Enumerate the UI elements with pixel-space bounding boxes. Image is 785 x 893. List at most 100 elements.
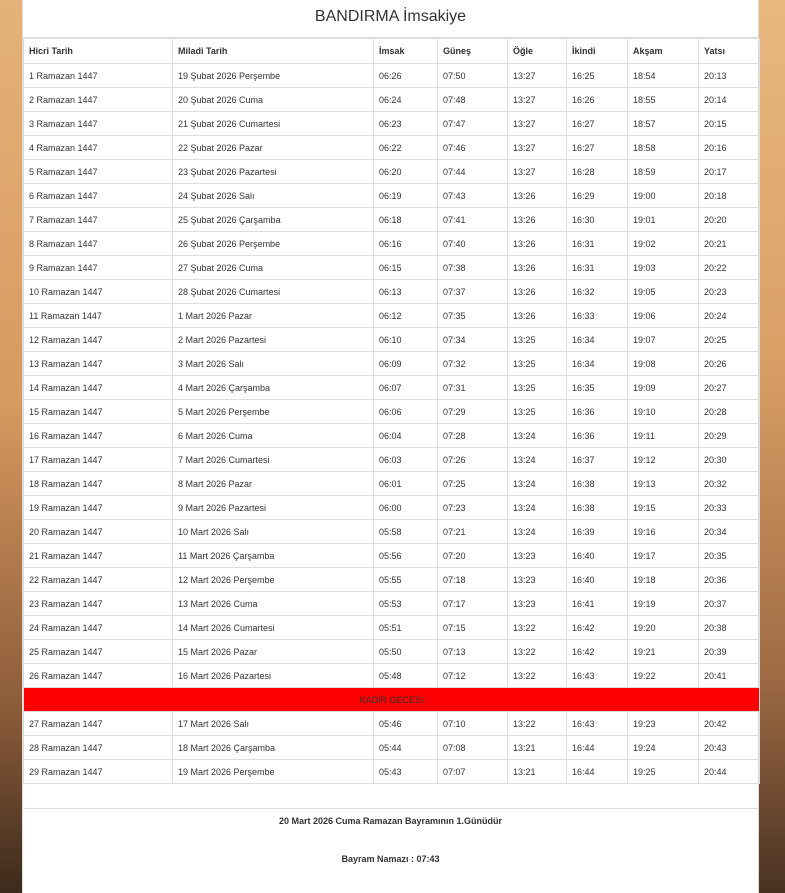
cell-aksam: 19:12	[627, 447, 699, 472]
spacer-row	[23, 784, 758, 809]
cell-ikindi: 16:36	[566, 423, 628, 448]
cell-ogle: 13:22	[507, 711, 567, 736]
cell-yatsi: 20:14	[698, 87, 760, 112]
cell-miladi: 25 Şubat 2026 Çarşamba	[172, 207, 374, 232]
cell-ikindi: 16:27	[566, 135, 628, 160]
cell-yatsi: 20:20	[698, 207, 760, 232]
table-row: 13 Ramazan 1447 3 Mart 2026 Salı 06:09 07:3…	[23, 351, 760, 376]
cell-gunes: 07:13	[437, 639, 508, 664]
cell-ikindi: 16:25	[566, 63, 628, 88]
cell-ogle: 13:21	[507, 759, 567, 784]
cell-ikindi: 16:37	[566, 447, 628, 472]
cell-gunes: 07:07	[437, 759, 508, 784]
cell-ikindi: 16:38	[566, 471, 628, 496]
cell-ogle: 13:27	[507, 111, 567, 136]
cell-ikindi: 16:36	[566, 399, 628, 424]
cell-ogle: 13:25	[507, 375, 567, 400]
cell-aksam: 19:22	[627, 663, 699, 688]
cell-yatsi: 20:25	[698, 327, 760, 352]
col-imsak: İmsak	[373, 38, 438, 64]
cell-ogle: 13:26	[507, 255, 567, 280]
cell-miladi: 11 Mart 2026 Çarşamba	[172, 543, 374, 568]
cell-ogle: 13:27	[507, 135, 567, 160]
cell-hicri: 26 Ramazan 1447	[23, 663, 173, 688]
cell-aksam: 19:09	[627, 375, 699, 400]
cell-ogle: 13:27	[507, 87, 567, 112]
cell-aksam: 19:10	[627, 399, 699, 424]
cell-miladi: 4 Mart 2026 Çarşamba	[172, 375, 374, 400]
table-row: 28 Ramazan 1447 18 Mart 2026 Çarşamba 05:4…	[23, 735, 760, 760]
table-row: 1 Ramazan 1447 19 Şubat 2026 Perşembe 06:2…	[23, 63, 760, 88]
cell-yatsi: 20:42	[698, 711, 760, 736]
kadir-gecesi-label: KADİR GECESİ	[23, 687, 760, 712]
cell-gunes: 07:17	[437, 591, 508, 616]
cell-yatsi: 20:30	[698, 447, 760, 472]
cell-aksam: 19:11	[627, 423, 699, 448]
kadir-gecesi-row: KADİR GECESİ	[23, 687, 760, 712]
cell-miladi: 3 Mart 2026 Salı	[172, 351, 374, 376]
cell-imsak: 05:55	[373, 567, 438, 592]
cell-hicri: 19 Ramazan 1447	[23, 495, 173, 520]
cell-yatsi: 20:37	[698, 591, 760, 616]
cell-yatsi: 20:28	[698, 399, 760, 424]
cell-ikindi: 16:34	[566, 327, 628, 352]
cell-imsak: 06:13	[373, 279, 438, 304]
cell-gunes: 07:10	[437, 711, 508, 736]
cell-imsak: 06:06	[373, 399, 438, 424]
cell-miladi: 14 Mart 2026 Cumartesi	[172, 615, 374, 640]
cell-ogle: 13:27	[507, 63, 567, 88]
col-aksam: Akşam	[627, 38, 699, 64]
cell-ikindi: 16:27	[566, 111, 628, 136]
cell-aksam: 18:55	[627, 87, 699, 112]
cell-miladi: 10 Mart 2026 Salı	[172, 519, 374, 544]
bayram-namazi: Bayram Namazı : 07:43	[341, 854, 440, 864]
cell-aksam: 19:18	[627, 567, 699, 592]
table-row: 5 Ramazan 1447 23 Şubat 2026 Pazartesi 06:…	[23, 159, 760, 184]
cell-ikindi: 16:42	[566, 639, 628, 664]
cell-aksam: 18:57	[627, 111, 699, 136]
cell-miladi: 19 Şubat 2026 Perşembe	[172, 63, 374, 88]
cell-miladi: 27 Şubat 2026 Cuma	[172, 255, 374, 280]
cell-miladi: 16 Mart 2026 Pazartesi	[172, 663, 374, 688]
cell-hicri: 3 Ramazan 1447	[23, 111, 173, 136]
cell-hicri: 13 Ramazan 1447	[23, 351, 173, 376]
table-row: 22 Ramazan 1447 12 Mart 2026 Perşembe 05:5…	[23, 567, 760, 592]
cell-ogle: 13:26	[507, 279, 567, 304]
cell-hicri: 22 Ramazan 1447	[23, 567, 173, 592]
cell-ikindi: 16:28	[566, 159, 628, 184]
cell-ikindi: 16:44	[566, 759, 628, 784]
table-row: 6 Ramazan 1447 24 Şubat 2026 Salı 06:19 07:…	[23, 183, 760, 208]
cell-aksam: 19:05	[627, 279, 699, 304]
cell-ikindi: 16:42	[566, 615, 628, 640]
cell-gunes: 07:20	[437, 543, 508, 568]
cell-miladi: 19 Mart 2026 Perşembe	[172, 759, 374, 784]
cell-miladi: 22 Şubat 2026 Pazar	[172, 135, 374, 160]
cell-aksam: 19:17	[627, 543, 699, 568]
cell-hicri: 14 Ramazan 1447	[23, 375, 173, 400]
cell-hicri: 21 Ramazan 1447	[23, 543, 173, 568]
cell-yatsi: 20:29	[698, 423, 760, 448]
cell-miladi: 15 Mart 2026 Pazar	[172, 639, 374, 664]
col-miladi-tarih: Miladi Tarih	[172, 38, 374, 64]
cell-gunes: 07:50	[437, 63, 508, 88]
cell-imsak: 06:16	[373, 231, 438, 256]
col-ikindi: İkindi	[566, 38, 628, 64]
cell-ogle: 13:23	[507, 591, 567, 616]
cell-miladi: 13 Mart 2026 Cuma	[172, 591, 374, 616]
cell-imsak: 06:00	[373, 495, 438, 520]
cell-miladi: 5 Mart 2026 Perşembe	[172, 399, 374, 424]
cell-imsak: 06:26	[373, 63, 438, 88]
cell-gunes: 07:23	[437, 495, 508, 520]
cell-ikindi: 16:33	[566, 303, 628, 328]
cell-ikindi: 16:44	[566, 735, 628, 760]
background-left	[0, 0, 22, 893]
cell-gunes: 07:48	[437, 87, 508, 112]
cell-yatsi: 20:35	[698, 543, 760, 568]
cell-yatsi: 20:34	[698, 519, 760, 544]
cell-gunes: 07:29	[437, 399, 508, 424]
cell-imsak: 05:51	[373, 615, 438, 640]
cell-imsak: 06:04	[373, 423, 438, 448]
cell-yatsi: 20:41	[698, 663, 760, 688]
page-title: BANDIRMA İmsakiye	[23, 0, 758, 38]
background-right	[759, 0, 785, 893]
